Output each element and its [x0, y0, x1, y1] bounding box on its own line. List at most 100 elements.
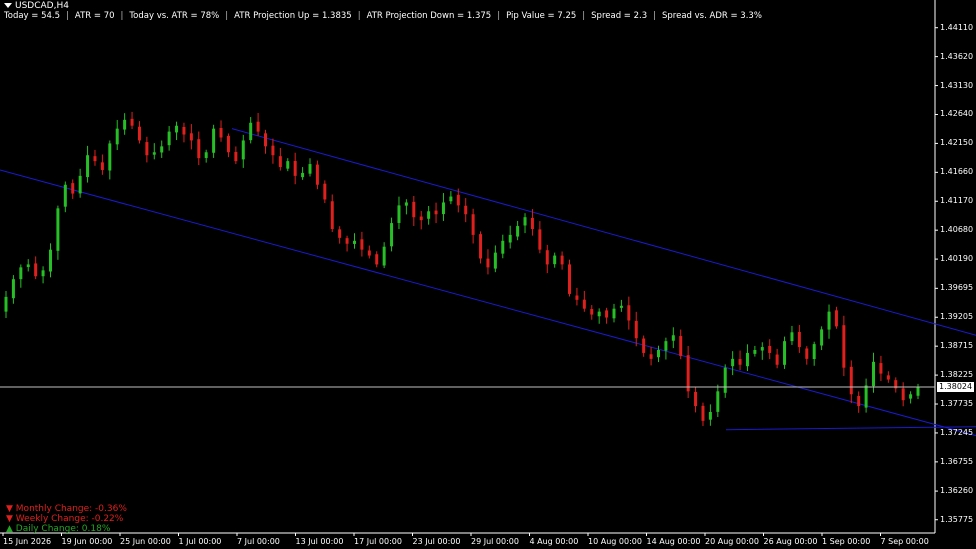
time-tick-label: 25 Jun 00:00 — [120, 537, 171, 546]
price-tick-label: 1.42640 — [940, 109, 974, 119]
time-tick-label: 29 Jul 00:00 — [471, 537, 519, 546]
price-tick-label: 1.42150 — [940, 138, 974, 148]
symbol-header[interactable]: USDCAD,H4 — [4, 1, 69, 11]
candle-body — [315, 164, 319, 185]
candle-body — [812, 344, 816, 360]
candle-body — [278, 156, 282, 168]
chart-axes — [0, 0, 938, 536]
info-item: Pip Value = 7.25 — [506, 11, 577, 21]
regression-channel — [0, 128, 976, 437]
candle-body — [167, 131, 171, 146]
time-tick-label: 19 Jun 00:00 — [61, 537, 113, 546]
dropdown-triangle-icon[interactable] — [4, 3, 12, 8]
candle-body — [605, 310, 609, 318]
candle-body — [441, 202, 445, 215]
candle-body — [864, 385, 868, 408]
price-tick-label: 1.35775 — [940, 514, 974, 524]
candle-body — [63, 184, 67, 207]
candle-body — [886, 375, 890, 380]
channel-upper-line — [231, 128, 976, 336]
candle-body — [137, 126, 141, 141]
candle-body — [783, 341, 787, 365]
candle-body — [293, 160, 297, 176]
candles — [4, 111, 920, 426]
candle-body — [597, 311, 601, 317]
candle-body — [501, 240, 505, 254]
candle-body — [338, 229, 342, 238]
candle-body — [745, 352, 749, 367]
candle-body — [412, 201, 416, 218]
info-bar: Today = 54.5 | ATR = 70 | Today vs. ATR = 78… — [4, 11, 762, 21]
price-tick-label: 1.39695 — [940, 283, 974, 293]
price-tick-label: 1.40680 — [940, 225, 974, 235]
candle-body — [805, 348, 809, 359]
separator: | — [497, 11, 501, 21]
candle-body — [360, 239, 364, 250]
candle-body — [264, 133, 268, 147]
candle-body — [619, 305, 623, 308]
candle-body — [308, 164, 312, 174]
candle-body — [508, 234, 512, 243]
separator: | — [66, 11, 69, 21]
candle-body — [427, 211, 431, 219]
candle-body — [78, 175, 82, 194]
candle-body — [123, 119, 127, 130]
price-tick-label: 1.41170 — [940, 196, 974, 206]
candle-body — [241, 140, 245, 160]
candle-body — [390, 223, 394, 247]
monthly-change-text: Monthly Change: -0.36% — [15, 504, 127, 514]
info-item: ATR = 70 — [74, 11, 115, 21]
candle-body — [538, 229, 542, 250]
candle-body — [286, 161, 290, 169]
candle-body — [671, 335, 675, 341]
info-item: ATR Projection Down = 1.375 — [366, 11, 492, 21]
candle-body — [175, 125, 179, 133]
candle-body — [100, 162, 104, 170]
price-chart[interactable] — [0, 0, 976, 549]
candle-body — [553, 255, 557, 265]
candle-body — [449, 196, 453, 202]
time-tick-label: 23 Jul 00:00 — [412, 537, 461, 546]
time-tick-label: 7 Jul 00:00 — [237, 537, 280, 546]
candle-body — [686, 355, 690, 392]
candle-body — [656, 350, 660, 358]
price-tick-label: 1.43620 — [940, 51, 974, 61]
candle-body — [456, 194, 460, 206]
candle-body — [86, 155, 90, 178]
candle-body — [627, 305, 631, 321]
candle-body — [71, 183, 75, 194]
time-tick-label: 20 Aug 00:00 — [705, 537, 759, 546]
candle-body — [649, 354, 653, 359]
candle-body — [26, 264, 30, 268]
candle-body — [530, 217, 534, 229]
candle-body — [115, 128, 119, 145]
time-tick-label: 1 Jul 00:00 — [178, 537, 222, 546]
candle-body — [909, 394, 913, 399]
separator: | — [120, 11, 124, 21]
time-tick-label: 17 Jul 00:00 — [354, 537, 402, 546]
daily-change: ▲ Daily Change: 0.18% — [6, 524, 111, 534]
candle-body — [93, 156, 97, 162]
price-tick-label: 1.40190 — [940, 254, 974, 264]
candle-body — [464, 205, 468, 215]
candle-body — [716, 391, 720, 412]
time-tick-label: 10 Aug 00:00 — [588, 537, 642, 546]
candle-body — [397, 205, 401, 223]
candle-body — [41, 270, 45, 277]
weekly-change: ▼ Weekly Change: -0.22% — [6, 514, 124, 524]
price-tick-label: 1.43130 — [940, 80, 974, 90]
price-tick-label: 1.39205 — [940, 312, 974, 322]
candle-body — [256, 121, 260, 132]
candle-body — [234, 151, 238, 162]
candle-body — [493, 252, 497, 269]
info-item: Spread vs. ADR = 3.3% — [662, 11, 762, 21]
candle-body — [130, 118, 134, 126]
candle-body — [568, 264, 572, 294]
time-tick-label: 4 Aug 00:00 — [529, 537, 579, 546]
candle-body — [11, 279, 15, 299]
candle-body — [642, 338, 646, 353]
separator: | — [357, 11, 361, 21]
separator: | — [653, 11, 657, 21]
channel-base-line — [725, 426, 976, 431]
price-tick-label: 1.37735 — [940, 399, 974, 409]
